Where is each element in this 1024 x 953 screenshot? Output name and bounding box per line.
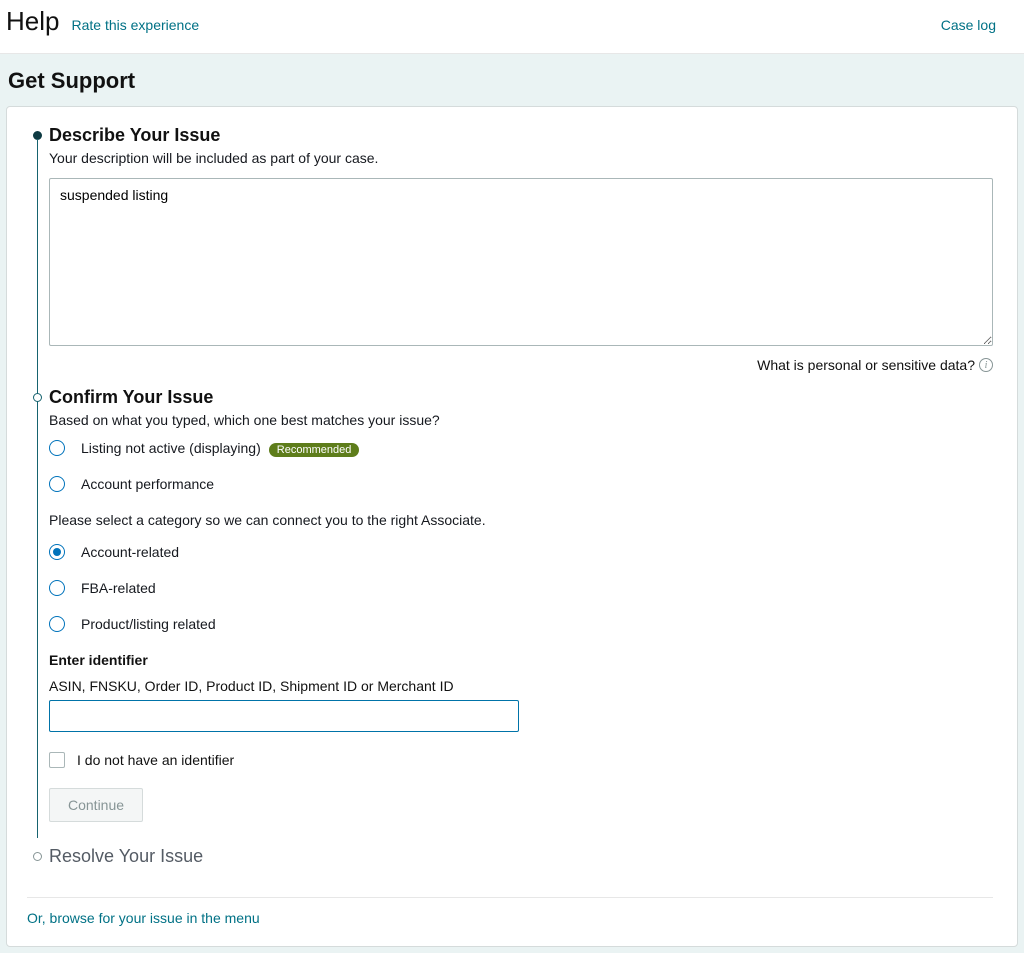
step-resolve: Resolve Your Issue: [33, 846, 993, 873]
describe-textarea[interactable]: [49, 178, 993, 346]
case-log-link[interactable]: Case log: [941, 17, 996, 33]
radio-label: Listing not active (displaying)Recommend…: [81, 440, 359, 456]
recommended-badge: Recommended: [269, 443, 360, 457]
rate-experience-link[interactable]: Rate this experience: [71, 17, 199, 33]
topbar-left: Help Rate this experience: [6, 6, 199, 37]
help-title: Help: [6, 6, 59, 37]
radio-label: Product/listing related: [81, 616, 216, 632]
step1-title: Describe Your Issue: [49, 125, 993, 146]
no-identifier-checkbox-row[interactable]: I do not have an identifier: [49, 752, 993, 768]
topbar: Help Rate this experience Case log: [0, 0, 1024, 54]
step2-subtitle: Based on what you typed, which one best …: [49, 412, 993, 428]
radio-label: Account performance: [81, 476, 214, 492]
radio-icon[interactable]: [49, 616, 65, 632]
identifier-label: Enter identifier: [49, 652, 993, 668]
primary-options: Listing not active (displaying)Recommend…: [49, 440, 993, 492]
radio-icon[interactable]: [49, 440, 65, 456]
step2-title: Confirm Your Issue: [49, 387, 993, 408]
step-describe: Describe Your Issue Your description wil…: [33, 125, 993, 387]
radio-label: FBA-related: [81, 580, 156, 596]
browse-menu-link[interactable]: Or, browse for your issue in the menu: [27, 910, 260, 926]
no-identifier-label: I do not have an identifier: [77, 752, 234, 768]
divider: [27, 897, 993, 898]
primary-option-1[interactable]: Account performance: [49, 476, 993, 492]
step-dot-3: [33, 852, 42, 861]
sensitive-data-row: What is personal or sensitive data? i: [49, 357, 993, 373]
category-option-1[interactable]: FBA-related: [49, 580, 993, 596]
category-prompt: Please select a category so we can conne…: [49, 512, 993, 528]
identifier-hint: ASIN, FNSKU, Order ID, Product ID, Shipm…: [49, 678, 993, 694]
continue-button[interactable]: Continue: [49, 788, 143, 822]
no-identifier-checkbox[interactable]: [49, 752, 65, 768]
content-wrap: Get Support Describe Your Issue Your des…: [0, 54, 1024, 953]
step1-subtitle: Your description will be included as par…: [49, 150, 993, 166]
category-option-2[interactable]: Product/listing related: [49, 616, 993, 632]
sensitive-data-link[interactable]: What is personal or sensitive data?: [757, 357, 975, 373]
radio-icon[interactable]: [49, 544, 65, 560]
radio-icon[interactable]: [49, 476, 65, 492]
category-option-0[interactable]: Account-related: [49, 544, 993, 560]
step-line-2: [37, 401, 38, 838]
info-icon[interactable]: i: [979, 358, 993, 372]
category-options: Account-related FBA-related Product/listin…: [49, 544, 993, 632]
step-confirm: Confirm Your Issue Based on what you typ…: [33, 387, 993, 828]
identifier-input[interactable]: [49, 700, 519, 732]
stepper: Describe Your Issue Your description wil…: [27, 125, 993, 873]
step-line-1: [37, 139, 38, 397]
radio-icon[interactable]: [49, 580, 65, 596]
primary-option-0[interactable]: Listing not active (displaying)Recommend…: [49, 440, 993, 456]
radio-label: Account-related: [81, 544, 179, 560]
step3-title: Resolve Your Issue: [49, 846, 993, 867]
support-card: Describe Your Issue Your description wil…: [6, 106, 1018, 947]
get-support-heading: Get Support: [8, 68, 1018, 94]
